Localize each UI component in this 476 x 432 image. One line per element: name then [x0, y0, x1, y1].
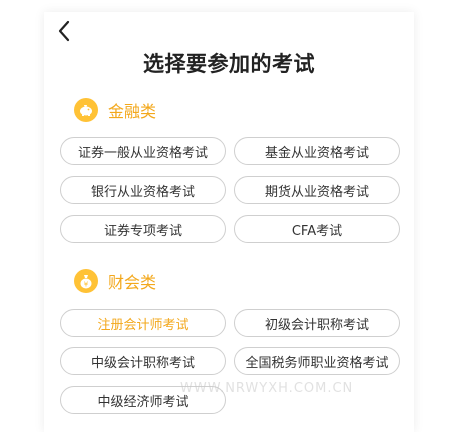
exam-option-securities-general[interactable]: 证券一般从业资格考试 [60, 137, 226, 165]
exam-option-futures[interactable]: 期货从业资格考试 [234, 176, 400, 204]
section-label-finance: 金融类 [108, 102, 157, 121]
exam-option-junior-accountant[interactable]: 初级会计职称考试 [234, 309, 400, 337]
svg-text:¥: ¥ [84, 280, 89, 288]
exam-option-bank[interactable]: 银行从业资格考试 [60, 176, 226, 204]
back-button[interactable] [52, 18, 76, 44]
exam-option-fund[interactable]: 基金从业资格考试 [234, 137, 400, 165]
money-bag-icon: ¥ [74, 269, 98, 293]
exam-option-tax-advisor[interactable]: 全国税务师职业资格考试 [234, 347, 400, 375]
page-title: 选择要参加的考试 [143, 52, 315, 76]
exam-option-securities-special[interactable]: 证券专项考试 [60, 215, 226, 243]
exam-option-cpa[interactable]: 注册会计师考试 [60, 309, 226, 337]
section-label-accounting: 财会类 [108, 273, 157, 292]
chevron-left-icon [58, 20, 70, 42]
watermark: WWW.NRWYXH.COM.CN [180, 381, 354, 396]
piggy-bank-icon [74, 98, 98, 122]
exam-option-intermediate-accountant[interactable]: 中级会计职称考试 [60, 347, 226, 375]
section-header-accounting: ¥ 财会类 [74, 268, 156, 294]
section-header-finance: 金融类 [74, 97, 156, 123]
exam-option-cfa[interactable]: CFA考试 [234, 215, 400, 243]
